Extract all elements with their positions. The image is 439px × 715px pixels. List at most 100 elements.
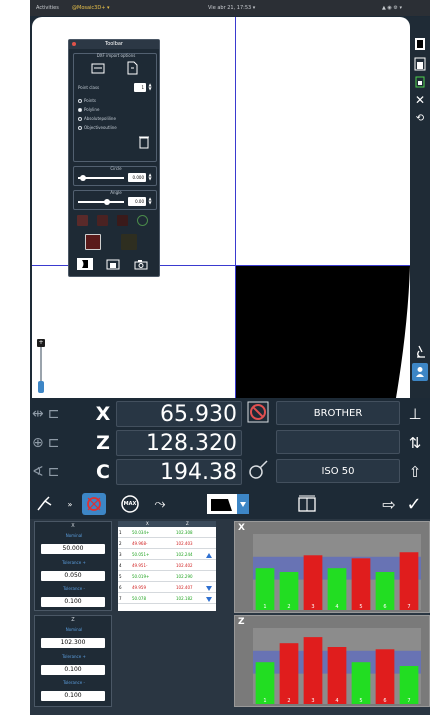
table-row[interactable]: 1 50.034+ 102.308 — [118, 528, 216, 538]
microscope-icon[interactable] — [412, 343, 428, 361]
z-tol-plus-input[interactable]: 0.100 — [41, 665, 105, 675]
c-value-display[interactable]: 194.38 — [116, 459, 242, 485]
x-axis-label: X — [95, 403, 111, 425]
camera-icon[interactable] — [133, 258, 149, 270]
tool-holder-icon[interactable]: ⊏ — [48, 435, 60, 451]
tool-name-x[interactable]: BROTHER — [276, 401, 400, 425]
c-axis-icons[interactable]: ∢ ⊏ — [32, 459, 92, 485]
upload-icon[interactable]: ⇧ — [402, 459, 428, 485]
no-entry-icon[interactable] — [246, 401, 270, 427]
bar-label-4: 4 — [335, 698, 338, 704]
z-value-display[interactable]: 128.320 — [116, 430, 242, 456]
forward-icon[interactable]: » — [64, 493, 76, 515]
shape-a-icon[interactable] — [412, 35, 428, 53]
x-tol-minus-input[interactable]: 0.100 — [41, 597, 105, 607]
zoom-plus-icon[interactable]: + — [37, 339, 45, 347]
axis-swap-icon[interactable]: ⊥ — [402, 401, 428, 427]
color-swatch-3[interactable] — [117, 215, 128, 226]
cell-z: 102.182 — [176, 596, 193, 601]
export-dxf-icon[interactable] — [124, 61, 140, 75]
shape-mode-icon[interactable] — [77, 258, 93, 270]
radio-objectiveoutline[interactable]: Objectiveoutline — [78, 125, 117, 130]
bar-label-3: 3 — [311, 604, 314, 610]
pattern-select-1[interactable] — [85, 234, 101, 250]
angle-tool-icon[interactable] — [246, 459, 270, 485]
point-class-stepper[interactable]: ▲ ▼ — [148, 83, 152, 92]
table-row[interactable]: 6 49.959 102.407 — [118, 583, 216, 593]
angle-slider-knob[interactable] — [104, 199, 110, 205]
z-tol-minus-input[interactable]: 0.100 — [41, 691, 105, 701]
trash-icon[interactable] — [136, 136, 152, 149]
row-index: 7 — [119, 596, 122, 601]
angle-slider[interactable] — [78, 201, 124, 203]
clock[interactable]: Vie abr 21, 17:53 ▾ — [208, 5, 255, 11]
table-row[interactable]: 5 50.019+ 102.290 — [118, 572, 216, 582]
system-tray[interactable]: ▲ ◉ ⚙ ▾ — [382, 5, 402, 11]
exit-icon[interactable]: ⇨ — [378, 493, 400, 515]
color-swatch-1[interactable] — [77, 215, 88, 226]
activities-label[interactable]: Activities — [36, 5, 59, 11]
radio-absolutepoliline[interactable]: Absolutepoliline — [78, 116, 116, 121]
table-row[interactable]: 7 50.078 102.182 — [118, 594, 216, 604]
bar-label-1: 1 — [263, 698, 266, 704]
circle-input[interactable]: 0.000 — [128, 173, 146, 182]
dro-row-z: ⊕ ⊏ Z 128.320 ⇅ — [30, 430, 430, 458]
symmetry-icon[interactable]: ⇹ — [32, 406, 44, 422]
x-params-title: X — [71, 523, 75, 529]
cut-icon[interactable]: ✕ — [412, 91, 428, 109]
bar-4 — [327, 647, 347, 704]
refresh-swatch-icon[interactable] — [137, 215, 148, 226]
tool-holder-icon[interactable]: ⊏ — [48, 406, 60, 422]
z-nominal-input[interactable]: 102.300 — [41, 638, 105, 648]
user-icon[interactable] — [412, 363, 428, 381]
angle-stepper[interactable]: ▲ ▼ — [148, 197, 152, 206]
angle-input[interactable]: 0.00 — [128, 197, 146, 206]
camera-viewport[interactable]: Toolbar DXF import options Point class 1… — [32, 17, 410, 398]
radio-points[interactable]: Points — [78, 98, 96, 103]
angle-icon[interactable]: ∢ — [32, 464, 44, 480]
tool-holder-icon[interactable]: ⊏ — [48, 464, 60, 480]
tool-name-c[interactable]: ISO 50 — [276, 459, 400, 483]
header-z: Z — [186, 521, 189, 526]
close-icon[interactable] — [72, 42, 76, 46]
shape-c-icon[interactable] — [412, 73, 428, 91]
pattern-select-2[interactable] — [121, 234, 137, 250]
compare-icon[interactable]: ⇅ — [402, 430, 428, 456]
curve-icon[interactable]: ⤳ — [148, 493, 172, 515]
shape-b-icon[interactable] — [412, 55, 428, 73]
reference-icon[interactable] — [296, 493, 318, 515]
profile-select[interactable] — [206, 493, 250, 515]
down-arrow-icon — [206, 597, 212, 602]
zoom-handle[interactable] — [38, 381, 44, 393]
z-axis-icons[interactable]: ⊕ ⊏ — [32, 430, 92, 456]
bar-7 — [399, 552, 419, 610]
color-swatch-2[interactable] — [97, 215, 108, 226]
up-arrow-icon — [206, 553, 212, 558]
probe-icon[interactable] — [34, 493, 56, 515]
confirm-icon[interactable]: ✓ — [402, 493, 426, 515]
gallery-icon[interactable] — [105, 258, 121, 270]
x-value-display[interactable]: 65.930 — [116, 401, 242, 427]
bar-5 — [351, 558, 371, 610]
circle-stepper[interactable]: ▲ ▼ — [148, 173, 152, 182]
cell-z: 102.244 — [176, 552, 193, 557]
reset-icon[interactable]: ⟲ — [412, 109, 428, 127]
import-dxf-icon[interactable] — [90, 62, 106, 74]
circle-slider-knob[interactable] — [80, 175, 86, 181]
tool-name-z[interactable] — [276, 430, 400, 454]
bar-label-3: 3 — [311, 698, 314, 704]
row-index: 1 — [119, 530, 122, 535]
radio-polyline[interactable]: Polyline — [78, 107, 99, 112]
table-row[interactable]: 2 49.968- 102.403 — [118, 539, 216, 549]
auto-cycle-icon[interactable] — [82, 493, 106, 515]
x-tol-plus-input[interactable]: 0.050 — [41, 571, 105, 581]
app-menu[interactable]: @Mosaic3D+ ▾ — [72, 5, 110, 11]
point-class-input[interactable]: 1 — [134, 83, 146, 92]
x-nominal-input[interactable]: 50.000 — [41, 544, 105, 554]
center-icon[interactable]: ⊕ — [32, 435, 44, 451]
max-icon[interactable]: MAX — [118, 493, 142, 515]
table-row[interactable]: 3 50.051+ 102.244 — [118, 550, 216, 560]
zoom-slider[interactable]: + — [37, 339, 45, 395]
table-row[interactable]: 4 49.951- 102.402 — [118, 561, 216, 571]
x-axis-icons[interactable]: ⇹ ⊏ — [32, 401, 92, 427]
